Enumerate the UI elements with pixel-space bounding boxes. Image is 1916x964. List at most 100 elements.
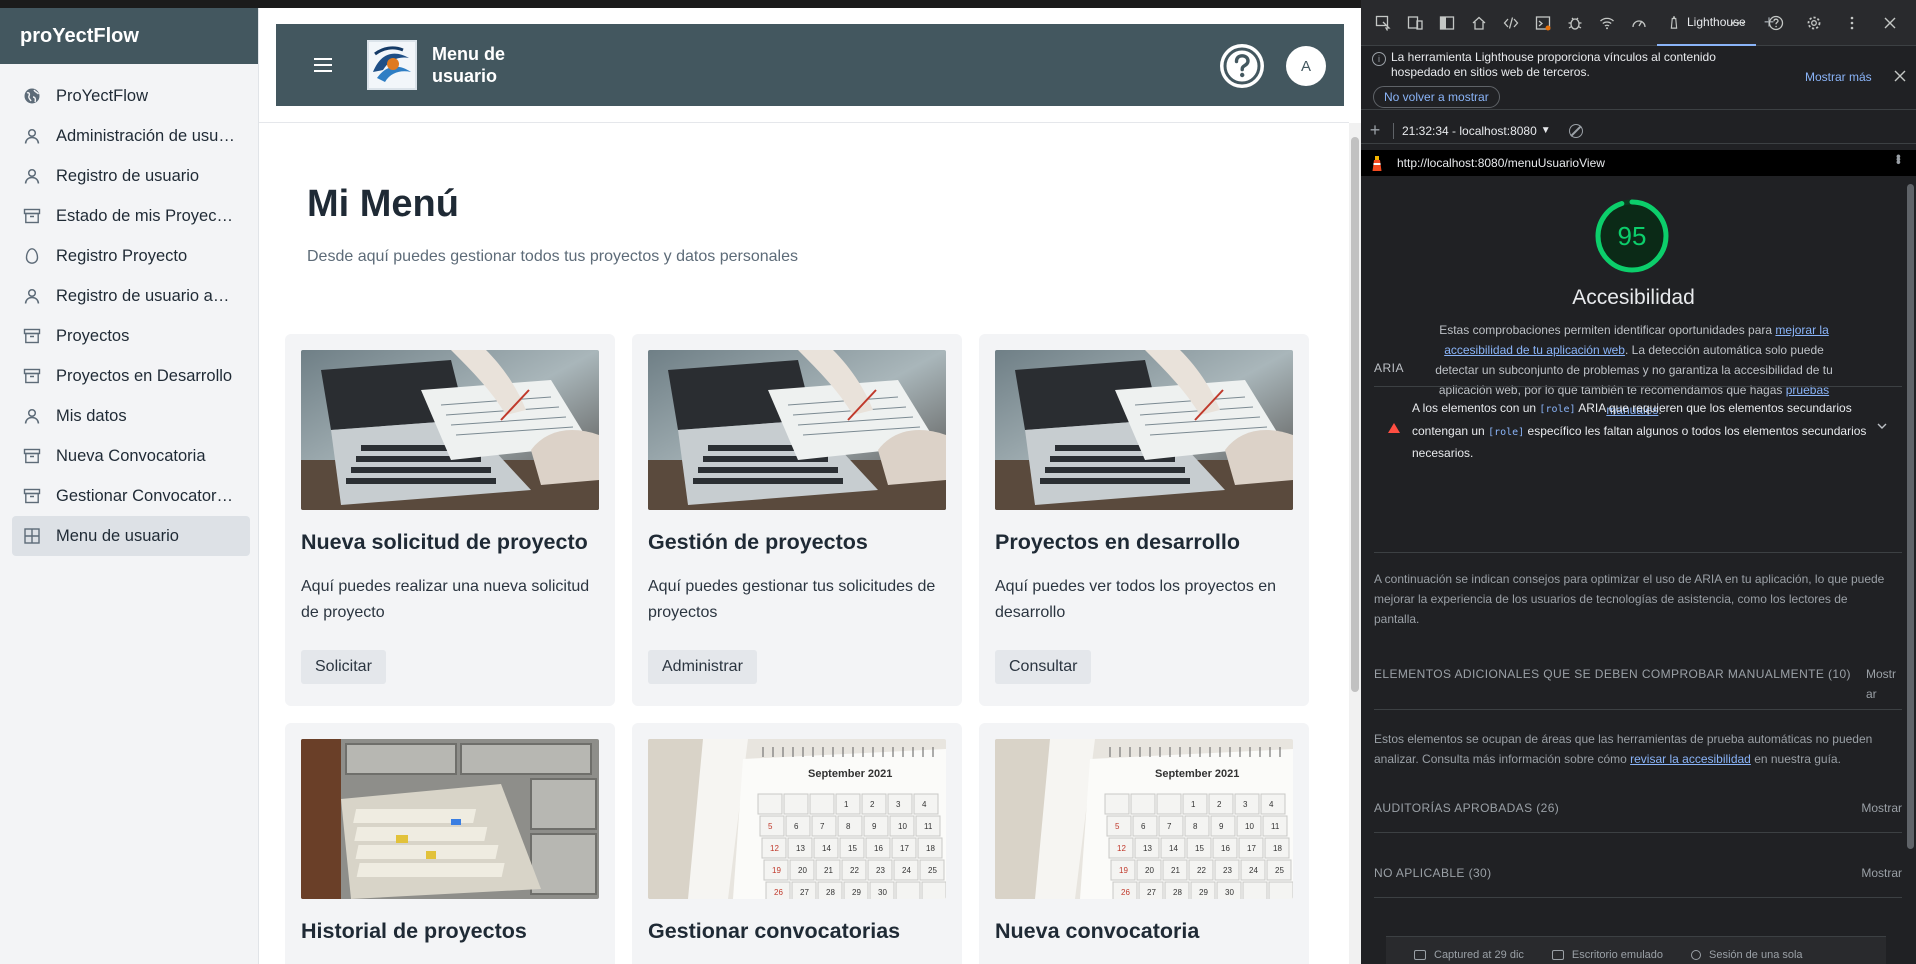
not-applicable-show[interactable]: Mostrar xyxy=(1861,863,1902,883)
more-vertical-icon xyxy=(1850,16,1854,30)
svg-text:3: 3 xyxy=(1243,800,1248,809)
passed-audits-show[interactable]: Mostrar xyxy=(1861,798,1902,818)
report-scrollbar-thumb[interactable] xyxy=(1907,184,1914,849)
svg-text:19: 19 xyxy=(772,866,781,875)
topbar: Menu de usuario A xyxy=(276,24,1344,106)
review-accessibility-link[interactable]: revisar la accesibilidad xyxy=(1630,752,1751,766)
more-tabs-button[interactable] xyxy=(1724,9,1752,37)
card-action-button[interactable]: Administrar xyxy=(648,650,757,684)
archive-icon xyxy=(22,446,42,466)
category-desc-part: Estas comprobaciones permiten identifica… xyxy=(1439,323,1776,337)
egg-icon xyxy=(22,246,42,266)
main-content: Menu de usuario A Mi Menú Desde aquí pue… xyxy=(259,8,1361,964)
svg-text:17: 17 xyxy=(900,844,909,853)
svg-text:2: 2 xyxy=(870,800,875,809)
sidebar-item[interactable]: Registro Proyecto xyxy=(12,236,250,276)
svg-text:19: 19 xyxy=(1119,866,1128,875)
card-title: Nueva convocatoria xyxy=(995,919,1200,943)
menu-card: Proyectos en desarrollo Aquí puedes ver t… xyxy=(979,334,1309,706)
inspect-icon xyxy=(1375,15,1391,31)
sidebar-item[interactable]: Administración de usu… xyxy=(12,116,250,156)
sidebar-item[interactable]: Registro de usuario xyxy=(12,156,250,196)
close-icon[interactable] xyxy=(1892,68,1908,84)
sidebar-item[interactable]: ProYectFlow xyxy=(12,76,250,116)
svg-text:24: 24 xyxy=(1249,866,1258,875)
report-select[interactable]: 21:32:34 - localhost:8080 xyxy=(1402,124,1537,138)
inspect-element-button[interactable] xyxy=(1369,9,1397,37)
sidebar-item-label: Menu de usuario xyxy=(56,526,179,545)
sidebar-item-label: Registro de usuario xyxy=(56,166,200,185)
tab-sources[interactable] xyxy=(1497,9,1525,37)
sidebar-item[interactable]: Nueva Convocatoria xyxy=(12,436,250,476)
bug-icon xyxy=(1568,17,1582,30)
page-scrollbar-thumb[interactable] xyxy=(1351,137,1359,692)
footer-device-text: Escritorio emulado xyxy=(1571,949,1663,961)
sidebar-item[interactable]: Proyectos en Desarrollo xyxy=(12,356,250,396)
chevron-down-icon[interactable] xyxy=(1876,420,1888,432)
sidebar-item[interactable]: Registro de usuario ad… xyxy=(12,276,250,316)
manual-checks-show[interactable]: Mostrar xyxy=(1866,664,1902,704)
dock-side-button[interactable] xyxy=(1433,9,1461,37)
info-show-more-link[interactable]: Mostrar más xyxy=(1805,70,1872,84)
svg-text:14: 14 xyxy=(822,844,831,853)
footer-captured-text: Captured at 29 dic xyxy=(1434,949,1524,961)
help-devtools-button[interactable] xyxy=(1762,9,1790,37)
caret-down-icon[interactable]: ▼ xyxy=(1541,125,1551,136)
help-button[interactable] xyxy=(1220,44,1264,88)
tab-performance[interactable] xyxy=(1625,9,1653,37)
sidebar-item[interactable]: Proyectos xyxy=(12,316,250,356)
failing-audit-item[interactable]: A los elementos con un [role] ARIA que r… xyxy=(1374,390,1902,460)
svg-text:10: 10 xyxy=(1245,822,1254,831)
close-devtools-button[interactable] xyxy=(1876,9,1904,37)
svg-text:11: 11 xyxy=(1271,822,1280,831)
svg-text:14: 14 xyxy=(1169,844,1178,853)
devtools-menu-button[interactable] xyxy=(1838,9,1866,37)
fail-triangle-icon xyxy=(1388,423,1400,433)
sidebar: proYectFlow ProYectFlow Administración de… xyxy=(0,8,259,964)
home-icon xyxy=(1472,16,1486,30)
card-action-button[interactable]: Solicitar xyxy=(301,650,386,684)
device-toolbar-button[interactable] xyxy=(1401,9,1429,37)
sidebar-item[interactable]: Mis datos xyxy=(12,396,250,436)
tab-console[interactable] xyxy=(1529,9,1557,37)
page-scrollbar[interactable] xyxy=(1349,123,1361,964)
svg-text:13: 13 xyxy=(1143,844,1152,853)
sidebar-item[interactable]: Estado de mis Proyectos xyxy=(12,196,250,236)
page-subtitle: Desde aquí puedes gestionar todos tus pr… xyxy=(307,248,798,265)
tab-elements[interactable] xyxy=(1465,9,1493,37)
sidebar-item[interactable]: Menu de usuario xyxy=(12,516,250,556)
svg-text:7: 7 xyxy=(1167,822,1172,831)
settings-button[interactable] xyxy=(1800,9,1828,37)
passed-audits-header[interactable]: AUDITORÍAS APROBADAS (26) Mostrar xyxy=(1374,798,1902,818)
divider xyxy=(1374,709,1902,710)
dont-show-again-button[interactable]: No volver a mostrar xyxy=(1373,86,1500,108)
manual-checks-header[interactable]: ELEMENTOS ADICIONALES QUE SE DEBEN COMPR… xyxy=(1374,664,1902,701)
not-applicable-header[interactable]: NO APLICABLE (30) Mostrar xyxy=(1374,863,1902,883)
divider xyxy=(1374,832,1902,833)
svg-text:29: 29 xyxy=(1199,888,1208,897)
aria-tip-text: A continuación se indican consejos para … xyxy=(1374,572,1885,626)
user-icon xyxy=(22,126,42,146)
report-toolbar: + 21:32:34 - localhost:8080 ▼ xyxy=(1361,118,1916,144)
sidebar-item-label: ProYectFlow xyxy=(56,86,149,105)
card-action-button[interactable]: Consultar xyxy=(995,650,1092,684)
session-icon xyxy=(1690,950,1701,960)
sidebar-item[interactable]: Gestionar Convocatorias xyxy=(12,476,250,516)
menu-card: September 2021 1 2 3 4 5 6 7 8 9 10 11 12 13 14 15 16 17 1… xyxy=(979,723,1309,964)
menu-toggle-button[interactable] xyxy=(303,45,343,85)
clear-reports-icon[interactable] xyxy=(1568,123,1583,138)
tab-debugger[interactable] xyxy=(1561,9,1589,37)
lighthouse-icon xyxy=(1670,15,1678,29)
divider xyxy=(1374,552,1902,553)
not-applicable-title: NO APLICABLE (30) xyxy=(1374,866,1492,880)
svg-text:September 2021: September 2021 xyxy=(808,768,892,780)
help-circle-icon xyxy=(1768,15,1784,31)
user-avatar[interactable]: A xyxy=(1286,46,1326,86)
new-report-button[interactable]: + xyxy=(1361,120,1389,141)
calendar-icon xyxy=(1414,950,1426,960)
svg-text:12: 12 xyxy=(1117,844,1126,853)
grid-icon xyxy=(22,526,42,546)
report-menu-icon[interactable]: ••• xyxy=(1891,154,1907,163)
tab-network[interactable] xyxy=(1593,9,1621,37)
svg-text:15: 15 xyxy=(848,844,857,853)
